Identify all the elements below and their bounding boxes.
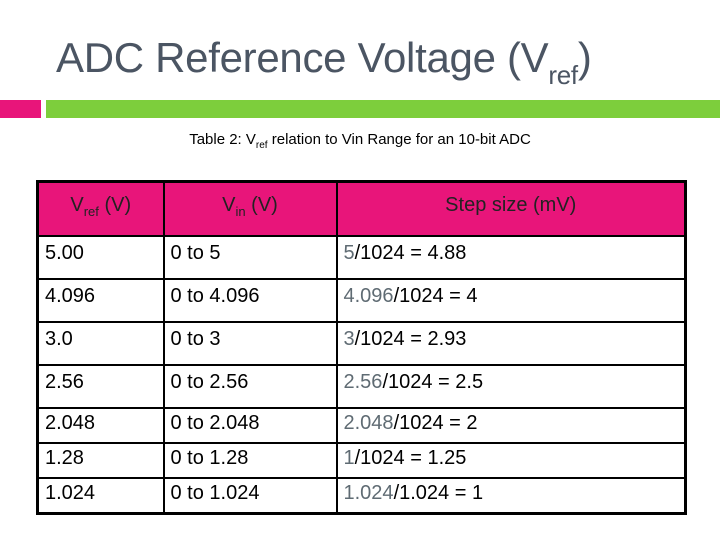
header-vin-sub: in [235,203,246,219]
accent-bar-pink [0,100,41,118]
caption-suffix: relation to Vin Range for an 10-bit ADC [267,131,531,148]
step-rest: /1024 = 2.93 [354,328,467,350]
table-caption: Table 2: Vref relation to Vin Range for … [0,131,720,151]
cell-vref: 4.096 [36,278,165,323]
cell-step: 2.56/1024 = 2.5 [335,364,687,409]
step-numerator: 5 [343,242,355,264]
table-row: 4.096 0 to 4.096 4.096/1024 = 4 [36,278,687,323]
cell-vref: 1.28 [36,442,165,479]
accent-bar-green [46,100,720,118]
cell-vref: 5.00 [36,235,165,280]
cell-vref: 1.024 [36,477,165,515]
step-numerator: 2.048 [343,412,394,434]
header-vin: Vin (V) [162,180,338,237]
step-rest: /1024 = 2 [393,412,478,434]
slide-title-subscript: ref [548,60,578,90]
step-rest: /1024 = 4 [393,285,478,307]
step-rest: /1024 = 4.88 [354,242,467,264]
cell-vin: 0 to 2.56 [162,364,338,409]
cell-step: 3/1024 = 2.93 [335,321,687,366]
header-vin-suffix: (V) [245,193,278,216]
header-step-main: Step size (mV) [445,193,577,216]
header-vin-main: V [222,193,236,216]
cell-step: 1.024/1.024 = 1 [335,477,687,515]
step-rest: /1.024 = 1 [393,482,484,504]
table-row: 2.56 0 to 2.56 2.56/1024 = 2.5 [36,364,687,409]
cell-step: 2.048/1024 = 2 [335,407,687,444]
table-row: 3.0 0 to 3 3/1024 = 2.93 [36,321,687,366]
header-vref-suffix: (V) [98,193,132,216]
header-vref: Vref (V) [36,180,165,237]
slide-title: ADC Reference Voltage (Vref) [56,32,592,90]
vref-table: Vref (V) Vin (V) Step size (mV) 5.00 0 t… [36,180,687,515]
table-header-row: Vref (V) Vin (V) Step size (mV) [36,180,687,237]
step-numerator: 2.56 [343,371,383,393]
cell-vin: 0 to 1.28 [162,442,338,479]
header-vref-sub: ref [83,203,99,219]
cell-step: 4.096/1024 = 4 [335,278,687,323]
table-row: 5.00 0 to 5 5/1024 = 4.88 [36,235,687,280]
table-row: 1.28 0 to 1.28 1/1024 = 1.25 [36,442,687,479]
cell-vref: 3.0 [36,321,165,366]
step-rest: /1024 = 2.5 [382,371,484,393]
cell-vref: 2.048 [36,407,165,444]
cell-vref: 2.56 [36,364,165,409]
caption-prefix: Table 2: V [189,131,256,148]
step-numerator: 1 [343,447,355,469]
cell-vin: 0 to 4.096 [162,278,338,323]
cell-step: 1/1024 = 1.25 [335,442,687,479]
table-row: 2.048 0 to 2.048 2.048/1024 = 2 [36,407,687,444]
cell-step: 5/1024 = 4.88 [335,235,687,280]
slide-title-end: ) [577,34,592,81]
cell-vin: 0 to 3 [162,321,338,366]
cell-vin: 0 to 2.048 [162,407,338,444]
step-numerator: 4.096 [343,285,394,307]
step-rest: /1024 = 1.25 [354,447,467,469]
header-step-size: Step size (mV) [335,180,687,237]
slide-title-main: ADC Reference Voltage (V [56,34,549,81]
step-numerator: 3 [343,328,355,350]
step-numerator: 1.024 [343,482,394,504]
table-row: 1.024 0 to 1.024 1.024/1.024 = 1 [36,477,687,515]
caption-subscript: ref [255,140,268,151]
cell-vin: 0 to 1.024 [162,477,338,515]
header-vref-main: V [70,193,84,216]
cell-vin: 0 to 5 [162,235,338,280]
